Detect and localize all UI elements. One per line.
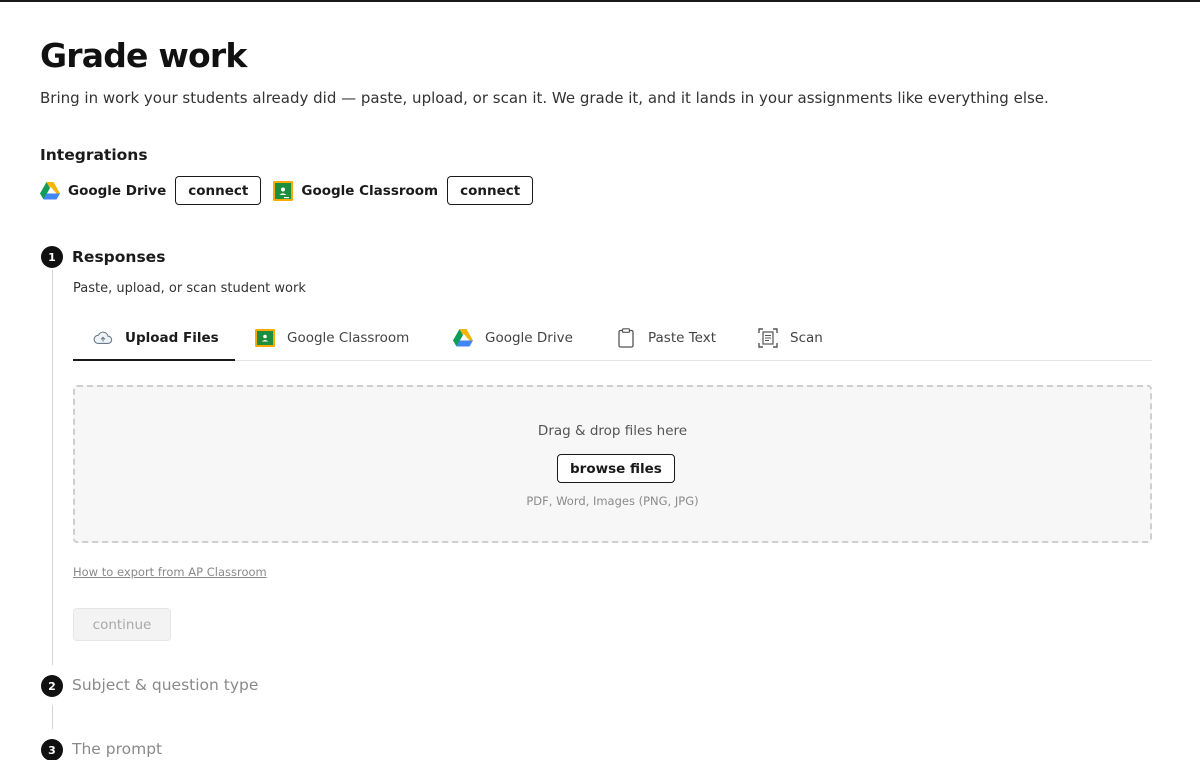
step-1-number: 1 xyxy=(41,246,63,268)
tab-upload-files[interactable]: Upload Files xyxy=(73,316,235,361)
step-2-number: 2 xyxy=(41,675,63,697)
tab-label: Upload Files xyxy=(125,329,219,346)
tab-label: Google Classroom xyxy=(287,330,410,346)
google-drive-icon xyxy=(40,181,60,201)
integrations-row: Google Drive connect Google Classroom co… xyxy=(40,176,545,205)
tab-google-classroom[interactable]: Google Classroom xyxy=(255,316,409,360)
google-classroom-icon xyxy=(273,180,294,201)
continue-button[interactable]: continue xyxy=(73,608,171,641)
integrations-label: Integrations xyxy=(40,146,148,164)
tab-label: Google Drive xyxy=(485,330,573,346)
page-subtitle: Bring in work your students already did … xyxy=(40,89,1049,107)
page-title: Grade work xyxy=(40,36,247,75)
step-1-title[interactable]: Responses xyxy=(72,248,165,266)
ap-classroom-export-help-link[interactable]: How to export from AP Classroom xyxy=(73,565,267,579)
scan-icon xyxy=(758,328,778,348)
clipboard-icon xyxy=(616,328,636,348)
dropzone-text: Drag & drop files here xyxy=(537,423,688,439)
responses-tabs: Upload Files Google Classroom Google Dri… xyxy=(73,316,1152,361)
connect-google-drive-button[interactable]: connect xyxy=(175,176,262,205)
cloud-upload-icon xyxy=(93,328,113,348)
step-3-number: 3 xyxy=(41,739,63,760)
integration-name: Google Drive xyxy=(68,182,167,199)
connect-google-classroom-button[interactable]: connect xyxy=(447,176,534,205)
tab-scan[interactable]: Scan xyxy=(758,316,823,360)
browse-files-button[interactable]: browse files xyxy=(557,454,675,483)
tab-label: Scan xyxy=(790,330,823,346)
step-2-title[interactable]: Subject & question type xyxy=(72,676,258,694)
integration-google-classroom: Google Classroom connect xyxy=(273,176,534,205)
top-border xyxy=(0,0,1200,2)
tab-label: Paste Text xyxy=(648,330,717,346)
step-connector-line xyxy=(52,270,53,665)
tab-google-drive[interactable]: Google Drive xyxy=(453,316,573,360)
google-drive-icon xyxy=(453,328,473,348)
google-classroom-icon xyxy=(255,328,275,348)
step-connector-line xyxy=(52,705,53,729)
integration-google-drive: Google Drive connect xyxy=(40,176,262,205)
responses-description: Paste, upload, or scan student work xyxy=(73,281,306,296)
accepted-formats: PDF, Word, Images (PNG, JPG) xyxy=(526,494,699,508)
integration-name: Google Classroom xyxy=(301,182,439,199)
file-dropzone[interactable]: Drag & drop files here browse files PDF,… xyxy=(73,385,1152,543)
step-3-title[interactable]: The prompt xyxy=(72,740,162,758)
tab-paste-text[interactable]: Paste Text xyxy=(616,316,716,360)
